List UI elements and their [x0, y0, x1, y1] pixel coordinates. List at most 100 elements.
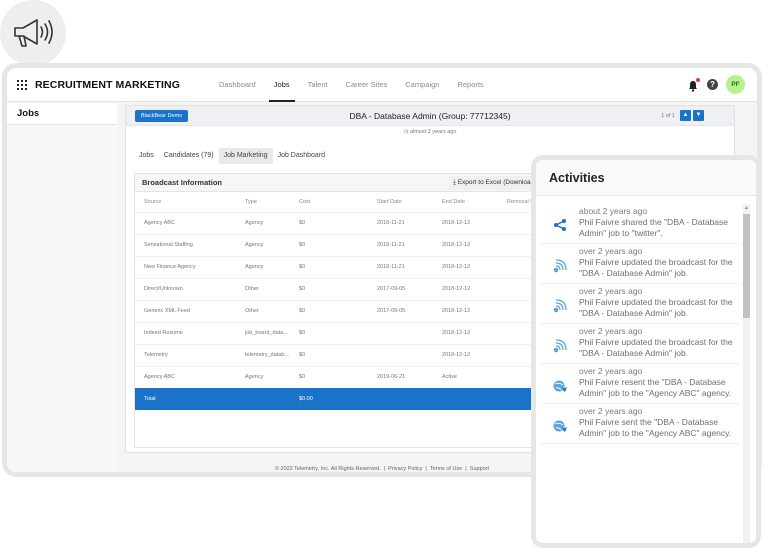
pager-up-icon[interactable]: ▲ — [680, 110, 691, 121]
subtab-jobs[interactable]: Jobs — [134, 148, 159, 164]
cell-type: Agency — [236, 365, 290, 388]
cell-start-date: 2017-09-05 — [368, 277, 433, 300]
cell-source: Agency ABC — [135, 365, 236, 388]
cell-type: telemetry_database — [236, 343, 290, 366]
cell-cost: $0 — [290, 321, 368, 344]
cell-cost: $0 — [290, 233, 368, 256]
copyright-text: © 2022 Telemetry, Inc. All Rights Reserv… — [274, 466, 381, 472]
pager-down-icon[interactable]: ▼ — [693, 110, 704, 121]
cell-end-date: 2018-12-12 — [433, 321, 498, 344]
cell-cost: $0 — [290, 255, 368, 278]
cell-source: Indeed Resume — [135, 321, 236, 344]
subtab-job-marketing[interactable]: Job Marketing — [218, 148, 273, 164]
cell-start-date: 2019-06-21 — [368, 365, 433, 388]
cell-end-date: 2018-12-12 — [433, 343, 498, 366]
sidebar: Jobs — [7, 103, 117, 472]
export-excel-button[interactable]: ⤓ Export to Excel (Download) — [449, 176, 541, 190]
activity-text: Phil Faivre updated the broadcast for th… — [579, 337, 733, 358]
job-subtabs: Jobs Candidates (79) Job Marketing Job D… — [134, 148, 330, 164]
nav-tab-campaign[interactable]: Campaign — [396, 68, 448, 102]
subtab-job-dashboard[interactable]: Job Dashboard — [273, 148, 330, 164]
list-item[interactable]: over 2 years ago Phil Faivre sent the "D… — [541, 404, 739, 444]
nav-tab-jobs[interactable]: Jobs — [265, 68, 299, 102]
cell-type: job_board_database — [236, 321, 290, 344]
scroll-up-icon[interactable]: ▲ — [743, 204, 750, 212]
cell-start-date — [368, 343, 433, 366]
broadcast-icon — [541, 286, 579, 319]
notification-bell-icon[interactable] — [687, 77, 700, 92]
cell-start-date: 2017-09-05 — [368, 299, 433, 322]
activities-list: about 2 years ago Phil Faivre shared the… — [541, 204, 739, 444]
list-item[interactable]: over 2 years ago Phil Faivre updated the… — [541, 324, 739, 364]
activity-time: over 2 years ago — [579, 286, 643, 296]
activity-time: over 2 years ago — [579, 366, 643, 376]
export-label: Export to Excel (Download) — [457, 179, 537, 186]
clock-icon: ◷ — [403, 129, 409, 135]
help-icon[interactable]: ? — [707, 79, 718, 90]
sidebar-title[interactable]: Jobs — [7, 103, 117, 125]
column-source[interactable]: Source — [135, 192, 236, 212]
broadcast-title: Broadcast Information — [142, 178, 223, 187]
nav-actions: ? PF — [687, 75, 745, 94]
activity-text: Phil Faivre resent the "DBA - Database A… — [579, 377, 732, 398]
activity-text: Phil Faivre shared the "DBA - Database A… — [579, 217, 729, 238]
brand-title: RECRUITMENT MARKETING — [35, 78, 181, 91]
cell-cost: $0 — [290, 277, 368, 300]
cell-end-date: 2018-12-12 — [433, 233, 498, 256]
nav-tab-dashboard[interactable]: Dashboard — [210, 68, 265, 102]
column-cost[interactable]: Cost — [290, 192, 368, 212]
column-type[interactable]: Type — [236, 192, 290, 212]
notification-dot — [696, 77, 700, 82]
scrollbar-thumb[interactable] — [743, 214, 750, 318]
total-cost: $0.00 — [290, 388, 368, 410]
nav-tab-talent[interactable]: Talent — [299, 68, 337, 102]
send-globe-icon — [541, 406, 579, 439]
nav-tab-career-sites[interactable]: Career Sites — [337, 68, 397, 102]
cell-start-date — [368, 321, 433, 344]
cell-end-date: 2018-12-12 — [433, 277, 498, 300]
activity-time: over 2 years ago — [579, 406, 643, 416]
list-item[interactable]: over 2 years ago Phil Faivre updated the… — [541, 244, 739, 284]
job-header: BlackBear Demo DBA - Database Admin (Gro… — [126, 106, 734, 126]
activity-time: over 2 years ago — [579, 326, 643, 336]
job-title: DBA - Database Admin (Group: 77712345) — [349, 111, 511, 121]
cell-source: Telemetry — [135, 343, 236, 366]
terms-of-use-link[interactable]: Terms of Use — [430, 466, 462, 472]
cell-type: Agency — [236, 211, 290, 234]
megaphone-icon — [0, 0, 66, 66]
last-updated-text: almost 3 years ago — [409, 129, 457, 135]
app-grid-icon[interactable] — [17, 79, 27, 90]
cell-cost: $0 — [290, 211, 368, 234]
total-label: Total — [135, 388, 236, 410]
cell-cost: $0 — [290, 299, 368, 322]
activities-scrollbar[interactable]: ▲ — [743, 204, 750, 543]
share-icon — [541, 206, 579, 239]
nav-tabs: Dashboard Jobs Talent Career Sites Campa… — [210, 68, 493, 102]
privacy-policy-link[interactable]: Privacy Policy — [388, 466, 422, 472]
list-item[interactable]: over 2 years ago Phil Faivre resent the … — [541, 364, 739, 404]
cell-end-date: 2018-12-12 — [433, 211, 498, 234]
activities-title: Activities — [536, 160, 756, 196]
column-start-date[interactable]: Start Date — [368, 192, 433, 212]
job-pager: 1 of 1 ▲ ▼ — [661, 110, 704, 121]
cell-type: Agency — [236, 255, 290, 278]
cell-end-date: 2018-12-12 — [433, 255, 498, 278]
cell-source: Generic XML Feed — [135, 299, 236, 322]
nav-tab-reports[interactable]: Reports — [448, 68, 492, 102]
cell-source: Direct/Unknown — [135, 277, 236, 300]
cell-source: New Finance Agency — [135, 255, 236, 278]
list-item[interactable]: over 2 years ago Phil Faivre updated the… — [541, 284, 739, 324]
list-item[interactable]: about 2 years ago Phil Faivre shared the… — [541, 204, 739, 244]
activity-time: over 2 years ago — [579, 246, 643, 256]
user-avatar[interactable]: PF — [726, 75, 745, 94]
activity-time: about 2 years ago — [579, 206, 648, 216]
broadcast-icon — [541, 326, 579, 359]
column-end-date[interactable]: End Date — [433, 192, 498, 212]
cell-type: Agency — [236, 233, 290, 256]
broadcast-icon — [541, 246, 579, 279]
cell-end-date: Active — [433, 365, 498, 388]
cell-source: Agency ABC — [135, 211, 236, 234]
subtab-candidates[interactable]: Candidates (79) — [159, 148, 219, 164]
send-globe-icon — [541, 366, 579, 399]
support-link[interactable]: Support — [470, 466, 489, 472]
